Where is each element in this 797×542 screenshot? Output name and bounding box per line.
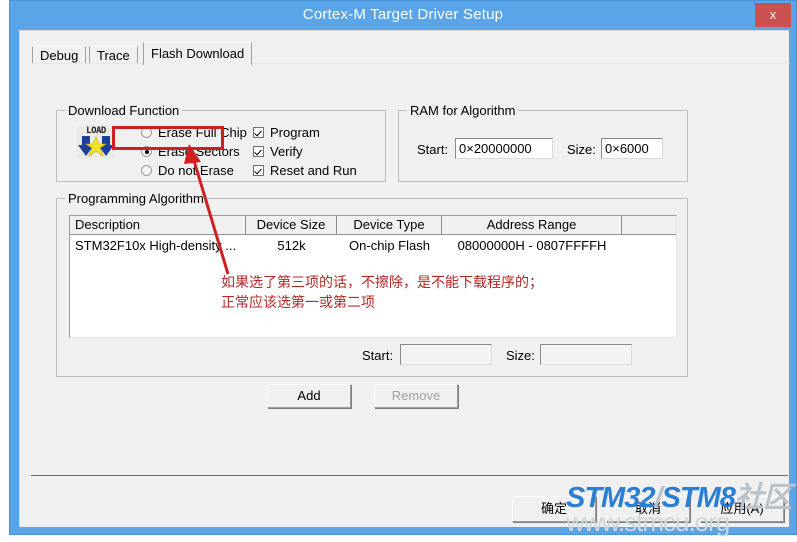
checkbox-reset-and-run[interactable]: Reset and Run [253,163,357,179]
programming-algorithm-title: Programming Algorithm [65,191,207,206]
column-header-address-range[interactable]: Address Range [442,216,622,234]
radio-do-not-erase-dot [141,165,152,176]
load-icon-graphic [78,136,114,157]
table-row[interactable]: STM32F10x High-density ... 512k On-chip … [70,235,676,255]
column-header-device-type[interactable]: Device Type [337,216,442,234]
cell-description: STM32F10x High-density ... [75,238,237,253]
checkbox-verify-label: Verify [270,144,303,159]
algorithm-table-header: Description Device Size Device Type Addr… [70,216,676,235]
ram-size-label: Size: [567,142,596,157]
checkbox-reset-and-run-box [253,165,264,176]
ok-button[interactable]: 确定 [512,496,596,522]
cell-device-type: On-chip Flash [349,238,430,253]
footer-separator [31,475,788,476]
download-function-title: Download Function [65,103,183,118]
algorithm-size-label: Size: [506,348,535,363]
ram-start-label: Start: [417,142,449,157]
algorithm-size-input[interactable] [540,344,632,365]
apply-button[interactable]: 应用(A) [700,496,784,522]
column-header-spare[interactable] [622,216,676,234]
annotation-text: 如果选了第三项的话，不擦除，是不能下载程序的； 正常应该选第一或第二项 [221,272,543,312]
checkbox-reset-and-run-label: Reset and Run [270,163,357,178]
cell-device-size: 512k [277,238,306,253]
ram-size-input[interactable]: 0×6000 [601,138,663,159]
checkbox-program[interactable]: Program [253,125,320,141]
radio-do-not-erase[interactable]: Do not Erase [141,163,234,179]
load-icon-label: LOAD [86,126,106,136]
checkbox-program-label: Program [270,125,320,140]
tab-debug[interactable]: Debug [32,46,87,64]
checkbox-verify-box [253,146,264,157]
ram-for-algorithm-title: RAM for Algorithm [407,103,519,118]
title-bar[interactable]: Cortex-M Target Driver Setup x [10,1,796,30]
ram-start-input[interactable]: 0×20000000 [455,138,553,159]
close-icon[interactable]: x [755,3,791,27]
column-header-description[interactable]: Description [70,216,246,234]
algorithm-start-label: Start: [362,348,394,363]
window-title: Cortex-M Target Driver Setup [302,6,504,23]
radio-do-not-erase-label: Do not Erase [158,163,234,178]
dialog-window: Cortex-M Target Driver Setup x Debug Tra… [9,0,797,535]
cell-address-range: 08000000H - 0807FFFFH [457,238,607,253]
checkbox-verify[interactable]: Verify [253,144,303,160]
tab-trace[interactable]: Trace [89,46,138,64]
annotation-line-1: 如果选了第三项的话，不擦除，是不能下载程序的； [221,274,543,290]
annotation-highlight-box [112,126,224,150]
column-header-device-size[interactable]: Device Size [246,216,337,234]
ram-for-algorithm-group: RAM for Algorithm Start: 0×20000000 Size… [398,103,688,182]
load-icon: LOAD [77,125,115,159]
remove-button[interactable]: Remove [374,384,458,408]
tab-flash-download[interactable]: Flash Download [143,42,253,65]
cancel-button[interactable]: 取消 [606,496,690,522]
algorithm-start-input[interactable] [400,344,492,365]
add-button[interactable]: Add [267,384,351,408]
checkbox-program-box [253,127,264,138]
annotation-line-2: 正常应该选第一或第二项 [221,294,375,310]
